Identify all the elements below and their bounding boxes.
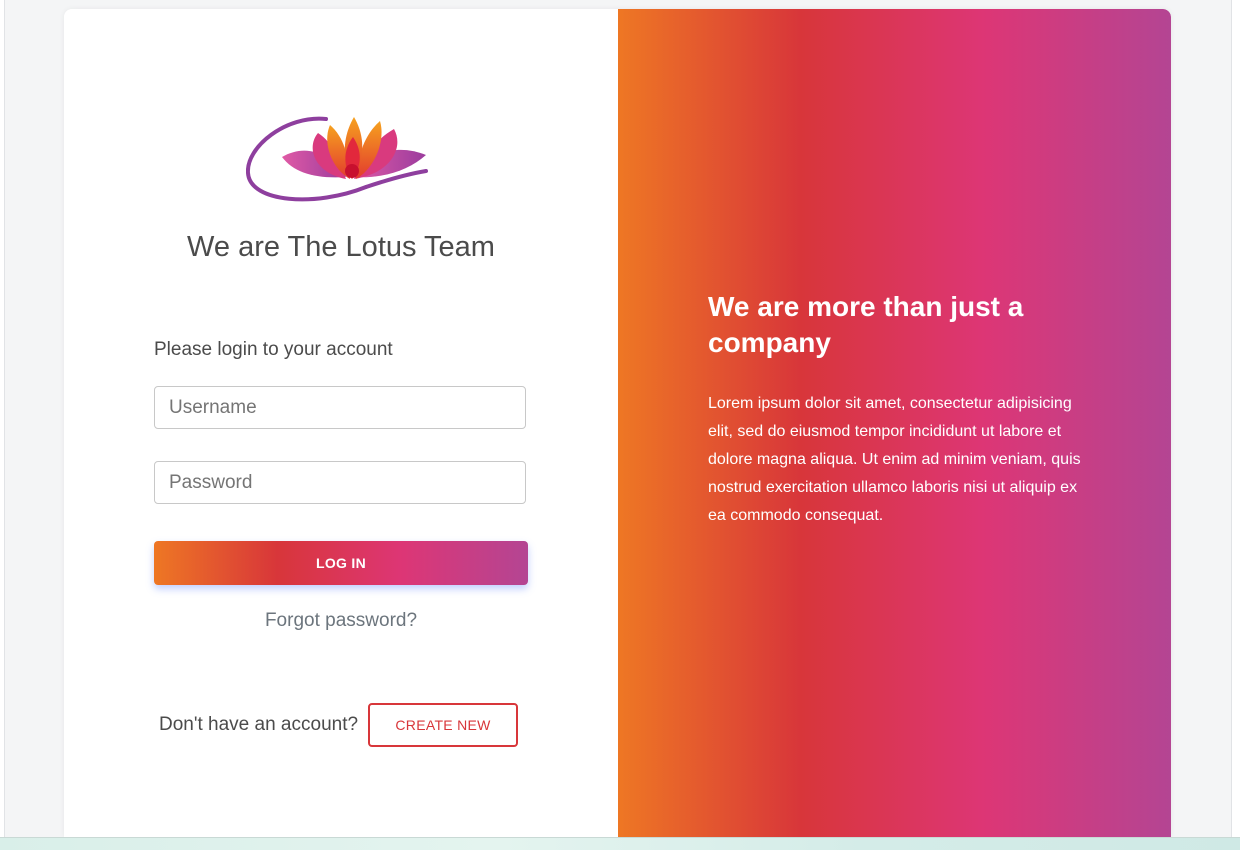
login-prompt: Please login to your account (154, 339, 393, 360)
login-card: We are The Lotus Team Please login to yo… (64, 9, 1171, 837)
browser-viewport: We are The Lotus Team Please login to yo… (0, 0, 1240, 850)
login-button[interactable]: LOG IN (154, 541, 528, 585)
signup-row: Don't have an account? CREATE NEW (159, 703, 519, 747)
create-new-button[interactable]: CREATE NEW (368, 703, 519, 747)
forgot-password-link[interactable]: Forgot password? (154, 610, 528, 632)
lotus-flower-icon (246, 116, 428, 202)
password-input[interactable] (154, 461, 526, 504)
promo-heading: We are more than just a company (708, 291, 1024, 358)
promo-body: Lorem ipsum dolor sit amet, consectetur … (708, 395, 1081, 524)
left-edge (0, 0, 5, 838)
promo-panel: We are more than just a company Lorem ip… (618, 9, 1171, 837)
login-panel: We are The Lotus Team Please login to yo… (64, 9, 618, 837)
brand-title: We are The Lotus Team (187, 231, 495, 263)
right-scrollbar[interactable] (1231, 0, 1240, 838)
username-input[interactable] (154, 386, 526, 429)
signup-text: Don't have an account? (159, 714, 359, 735)
taskbar-strip (0, 837, 1240, 850)
